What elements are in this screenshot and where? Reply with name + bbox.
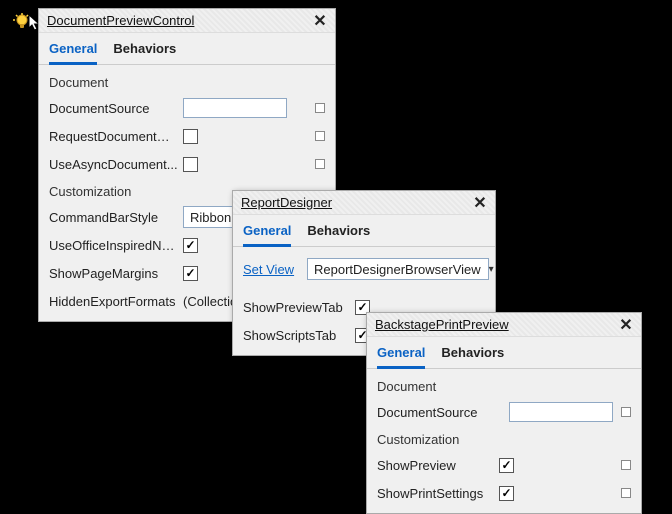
chevron-down-icon: ▾ bbox=[489, 264, 494, 275]
useasync-checkbox[interactable] bbox=[183, 157, 198, 172]
tab-behaviors[interactable]: Behaviors bbox=[441, 345, 504, 368]
close-icon[interactable]: ✕ bbox=[311, 12, 329, 30]
property-row: UseAsyncDocument... bbox=[49, 152, 325, 176]
panel-header[interactable]: BackstagePrintPreview ✕ bbox=[367, 313, 641, 337]
group-customization: Customization bbox=[377, 432, 631, 447]
panel-header[interactable]: DocumentPreviewControl ✕ bbox=[39, 9, 335, 33]
advanced-options-icon[interactable] bbox=[315, 159, 325, 169]
panel-backstage-print-preview: BackstagePrintPreview ✕ General Behavior… bbox=[366, 312, 642, 514]
prop-label: RequestDocumentCr... bbox=[49, 129, 179, 144]
showpagemargins-checkbox[interactable] bbox=[183, 266, 198, 281]
tab-general[interactable]: General bbox=[377, 345, 425, 369]
tabs: General Behaviors bbox=[39, 33, 335, 65]
setview-link[interactable]: Set View bbox=[243, 262, 303, 277]
prop-label: HiddenExportFormats bbox=[49, 294, 179, 309]
panel-title[interactable]: BackstagePrintPreview bbox=[375, 317, 509, 332]
showprintsettings-checkbox[interactable] bbox=[499, 486, 514, 501]
useoffice-checkbox[interactable] bbox=[183, 238, 198, 253]
prop-label: UseAsyncDocument... bbox=[49, 157, 179, 172]
prop-label: ShowPrintSettings bbox=[377, 486, 495, 501]
tab-general[interactable]: General bbox=[243, 223, 291, 247]
requestdocument-checkbox[interactable] bbox=[183, 129, 198, 144]
tab-behaviors[interactable]: Behaviors bbox=[307, 223, 370, 246]
advanced-options-icon[interactable] bbox=[315, 103, 325, 113]
panel-header[interactable]: ReportDesigner ✕ bbox=[233, 191, 495, 215]
group-document: Document bbox=[49, 75, 325, 90]
advanced-options-icon[interactable] bbox=[621, 488, 631, 498]
property-row: ShowPreview bbox=[377, 453, 631, 477]
prop-label: DocumentSource bbox=[49, 101, 179, 116]
prop-label: DocumentSource bbox=[377, 405, 495, 420]
tabs: General Behaviors bbox=[233, 215, 495, 247]
select-value: Ribbon bbox=[190, 210, 231, 225]
prop-label: ShowPreviewTab bbox=[243, 300, 351, 315]
panel-title[interactable]: DocumentPreviewControl bbox=[47, 13, 194, 28]
showpreview-checkbox[interactable] bbox=[499, 458, 514, 473]
documentsource-input[interactable] bbox=[509, 402, 613, 422]
setview-select[interactable]: ReportDesignerBrowserView ▾ bbox=[307, 258, 489, 280]
smart-tag-lightbulb[interactable] bbox=[12, 12, 32, 32]
close-icon[interactable]: ✕ bbox=[471, 194, 489, 212]
property-row: DocumentSource bbox=[49, 96, 325, 120]
documentsource-input[interactable] bbox=[183, 98, 287, 118]
prop-label: UseOfficeInspiredNa... bbox=[49, 238, 179, 253]
prop-label: CommandBarStyle bbox=[49, 210, 179, 225]
property-row: RequestDocumentCr... bbox=[49, 124, 325, 148]
tab-behaviors[interactable]: Behaviors bbox=[113, 41, 176, 64]
panel-title[interactable]: ReportDesigner bbox=[241, 195, 332, 210]
property-row: Set View ReportDesignerBrowserView ▾ bbox=[243, 257, 485, 281]
property-row: DocumentSource bbox=[377, 400, 631, 424]
prop-label: ShowScriptsTab bbox=[243, 328, 351, 343]
tabs: General Behaviors bbox=[367, 337, 641, 369]
tab-general[interactable]: General bbox=[49, 41, 97, 65]
advanced-options-icon[interactable] bbox=[315, 131, 325, 141]
prop-label: ShowPreview bbox=[377, 458, 495, 473]
group-document: Document bbox=[377, 379, 631, 394]
select-value: ReportDesignerBrowserView bbox=[314, 262, 481, 277]
prop-label: ShowPageMargins bbox=[49, 266, 179, 281]
property-row: ShowPrintSettings bbox=[377, 481, 631, 505]
advanced-options-icon[interactable] bbox=[621, 407, 631, 417]
close-icon[interactable]: ✕ bbox=[617, 316, 635, 334]
advanced-options-icon[interactable] bbox=[621, 460, 631, 470]
